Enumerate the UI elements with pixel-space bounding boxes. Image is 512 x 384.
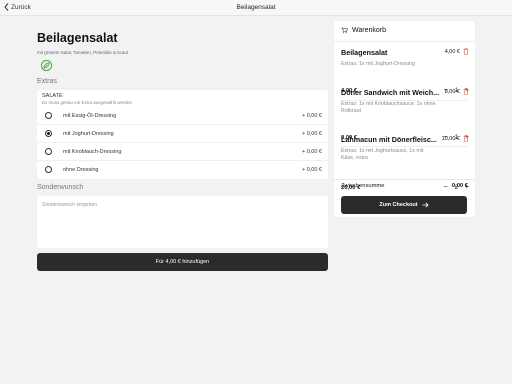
cart-item-price: 10,00 €	[441, 136, 460, 142]
extra-option-price: + 0,00 €	[301, 167, 322, 173]
cart-item-price: 8,00 €	[444, 89, 460, 95]
extras-card: SALATE Es muss genau ein Extra ausgewähl…	[37, 90, 328, 179]
divider	[334, 41, 475, 42]
add-to-cart-button[interactable]: Für 4,00 € hinzufügen	[37, 253, 328, 271]
cart-icon	[341, 27, 348, 34]
product-title: Beilagensalat	[37, 31, 118, 45]
extras-section-label: Extras	[37, 78, 57, 85]
extra-option-essig-oel[interactable]: mit Essig-Öl-Dressing + 0,00 €	[37, 107, 328, 125]
trash-icon[interactable]	[463, 48, 469, 55]
decrease-button[interactable]: −	[443, 184, 447, 191]
radio-button[interactable]	[45, 166, 52, 173]
trash-icon[interactable]	[463, 88, 469, 95]
wish-section-label: Sonderwunsch	[37, 184, 84, 191]
trash-icon[interactable]	[463, 135, 469, 142]
extra-option-joghurt[interactable]: mit Joghurt-Dressing + 0,00 €	[37, 125, 328, 143]
cart-item-extras: Extras: 1x mit Knoblauchsauce, 1x ohne R…	[341, 101, 436, 114]
subtotal-value: 0,00 €	[451, 183, 468, 189]
wish-card	[37, 196, 328, 248]
page-title: Beilagensalat	[236, 4, 276, 11]
cart-item-extras: Extras: 1x mit Joghurtsauce, 1x mit Käse…	[341, 148, 424, 161]
extra-option-label: ohne Dressing	[63, 167, 99, 173]
cart-item-extras: Extras: 1x mit Joghurt-Dressing	[341, 61, 415, 67]
extra-option-price: + 0,00 €	[301, 113, 322, 119]
extra-option-ohne-dressing[interactable]: ohne Dressing + 0,00 €	[37, 161, 328, 179]
checkout-label: Zum Checkout	[379, 202, 418, 208]
extra-option-knoblauch[interactable]: mit Knoblauch-Dressing + 0,00 €	[37, 143, 328, 161]
cart-item-price: 4,00 €	[444, 49, 460, 55]
radio-button-selected[interactable]	[45, 130, 52, 137]
radio-button[interactable]	[45, 112, 52, 119]
cart-panel: Warenkorb Beilagensalat 4,00 € Extras: 1…	[334, 21, 475, 217]
extra-option-label: mit Knoblauch-Dressing	[63, 149, 122, 155]
extras-group-hint: Es muss genau ein Extra ausgewählt werde…	[42, 100, 133, 105]
special-request-input[interactable]	[37, 196, 328, 248]
extra-option-price: + 0,00 €	[301, 149, 322, 155]
cart-header: Warenkorb	[341, 27, 386, 34]
radio-button[interactable]	[45, 148, 52, 155]
cart-item: Döner Sandwich mit Weich... 8,00 € Extra…	[334, 88, 475, 147]
product-description: mit grünem Salat, Tomaten, Petersilie & …	[37, 50, 128, 55]
cart-item-name: Döner Sandwich mit Weich...	[341, 88, 440, 97]
cart-item-name: Beilagensalat	[341, 48, 388, 57]
cart-item-name: Lahmacun mit Dönerfleisc...	[341, 135, 437, 144]
divider	[334, 179, 475, 180]
cart-title: Warenkorb	[352, 27, 386, 34]
top-bar: Zurück Beilagensalat	[0, 0, 512, 16]
checkout-button[interactable]: Zum Checkout	[341, 196, 467, 214]
extra-option-price: + 0,00 €	[301, 131, 322, 137]
vegetarian-icon	[41, 60, 52, 71]
subtotal-label: Zwischensumme	[341, 183, 385, 189]
arrow-right-icon	[422, 202, 429, 208]
extras-group-title: SALATE	[42, 93, 63, 99]
extra-option-label: mit Essig-Öl-Dressing	[63, 113, 117, 119]
extra-option-label: mit Joghurt-Dressing	[63, 131, 114, 137]
